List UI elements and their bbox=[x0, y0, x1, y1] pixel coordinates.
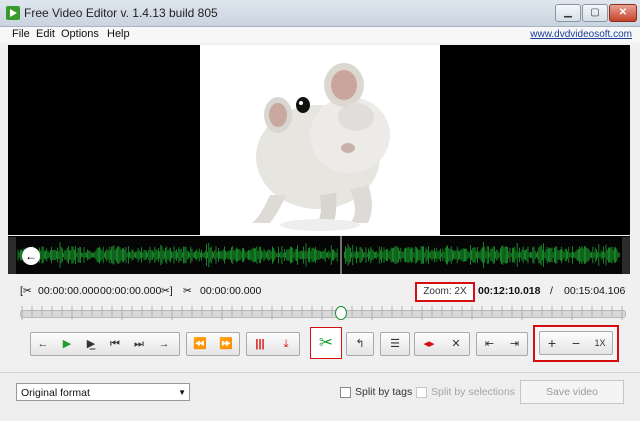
window-title: Free Video Editor v. 1.4.13 build 805 bbox=[24, 6, 218, 20]
time-separator: / bbox=[550, 285, 553, 297]
split-by-tags-checkbox[interactable] bbox=[340, 387, 351, 398]
app-icon bbox=[6, 6, 20, 20]
close-icon[interactable]: ✕ bbox=[609, 4, 637, 22]
website-link[interactable]: www.dvdvideosoft.com bbox=[530, 29, 632, 40]
selection-start-scissors-icon[interactable]: [✂ bbox=[20, 285, 32, 297]
adjust-group: ☰ bbox=[380, 332, 410, 356]
split-group: ||| ⤓ bbox=[246, 332, 300, 356]
bottom-bar: Original format ▼ Split by tags Split by… bbox=[0, 372, 640, 421]
format-select[interactable]: Original format ▼ bbox=[16, 383, 190, 401]
audio-waveform[interactable] bbox=[8, 236, 630, 274]
jump-group: ⇤ ⇥ bbox=[476, 332, 528, 356]
timeline-info: [✂ 00:00:00.000 00:00:00.000 ✂] ✂ 00:00:… bbox=[16, 285, 626, 299]
next-marker-icon[interactable]: ⏩ bbox=[213, 333, 239, 355]
play-icon[interactable]: ▶ bbox=[55, 333, 79, 355]
back-arrow-icon[interactable]: ← bbox=[22, 247, 40, 265]
selection-end-time: 00:00:00.000 bbox=[100, 285, 162, 297]
zoom-buttons: + − 1X bbox=[539, 331, 613, 355]
marker-scissors-icon[interactable]: ✂ bbox=[183, 285, 192, 297]
rotate-icon[interactable]: ↰ bbox=[347, 333, 373, 355]
zoom-controls: + − 1X bbox=[533, 325, 619, 362]
go-start-icon[interactable]: ⏮ bbox=[103, 333, 127, 355]
menu-help[interactable]: Help bbox=[107, 28, 130, 40]
selection-start-time: 00:00:00.000 bbox=[38, 285, 100, 297]
format-select-value: Original format bbox=[21, 387, 90, 399]
marker-in-out-icon[interactable]: ◂▸ bbox=[415, 333, 443, 355]
zoom-reset-icon[interactable]: 1X bbox=[588, 332, 612, 354]
selection-end-scissors-icon[interactable]: ✂] bbox=[161, 285, 173, 297]
save-video-button[interactable]: Save video bbox=[520, 380, 624, 404]
play-selection-icon[interactable]: ▶̲ bbox=[79, 333, 103, 355]
video-preview bbox=[8, 45, 630, 235]
maximize-icon[interactable]: ▢ bbox=[582, 4, 608, 22]
split-by-tags-label: Split by tags bbox=[355, 386, 413, 398]
prev-marker-icon[interactable]: ⏪ bbox=[187, 333, 213, 355]
chevron-down-icon: ▼ bbox=[178, 388, 186, 397]
menu-options[interactable]: Options bbox=[61, 28, 99, 40]
minimize-icon[interactable]: ▁ bbox=[555, 4, 581, 22]
go-end-icon[interactable]: ⏭ bbox=[127, 333, 151, 355]
left-scroll-handle[interactable] bbox=[8, 237, 16, 274]
cut-icon[interactable]: ✂ bbox=[310, 327, 342, 359]
right-scroll-handle[interactable] bbox=[622, 237, 630, 274]
zoom-in-icon[interactable]: + bbox=[540, 332, 564, 354]
zoom-out-icon[interactable]: − bbox=[564, 332, 588, 354]
total-time: 00:15:04.106 bbox=[564, 285, 626, 297]
playback-group: ← ▶ ▶̲ ⏮ ⏭ → bbox=[30, 332, 180, 356]
adjust-icon[interactable]: ☰ bbox=[381, 333, 409, 355]
zoom-indicator: Zoom: 2X bbox=[415, 282, 475, 302]
prev-frame-icon[interactable]: ← bbox=[31, 333, 55, 355]
mouse-image bbox=[200, 45, 440, 235]
current-time: 00:12:10.018 bbox=[478, 285, 541, 297]
remove-marker-icon[interactable]: ✕ bbox=[443, 333, 469, 355]
split-by-selections-label: Split by selections bbox=[431, 386, 516, 398]
menu-file[interactable]: File bbox=[12, 28, 30, 40]
split-icon[interactable]: ||| bbox=[247, 333, 273, 355]
marker-nav-group: ⏪ ⏩ bbox=[186, 332, 240, 356]
marker-group: ◂▸ ✕ bbox=[414, 332, 470, 356]
jump-end-icon[interactable]: ⇥ bbox=[502, 333, 527, 355]
rotate-group: ↰ bbox=[346, 332, 374, 356]
delete-icon[interactable]: ⤓ bbox=[273, 333, 299, 355]
title-bar: Free Video Editor v. 1.4.13 build 805 ▁ … bbox=[0, 0, 640, 27]
video-frame bbox=[200, 45, 440, 235]
marker-time: 00:00:00.000 bbox=[200, 285, 262, 297]
slider-ticks bbox=[21, 306, 623, 320]
waveform-graphic bbox=[17, 236, 620, 274]
menu-edit[interactable]: Edit bbox=[36, 28, 55, 40]
jump-start-icon[interactable]: ⇤ bbox=[477, 333, 502, 355]
split-by-selections-checkbox[interactable] bbox=[416, 387, 427, 398]
next-frame-icon[interactable]: → bbox=[151, 333, 177, 355]
menu-bar: File Edit Options Help www.dvdvideosoft.… bbox=[0, 27, 640, 43]
